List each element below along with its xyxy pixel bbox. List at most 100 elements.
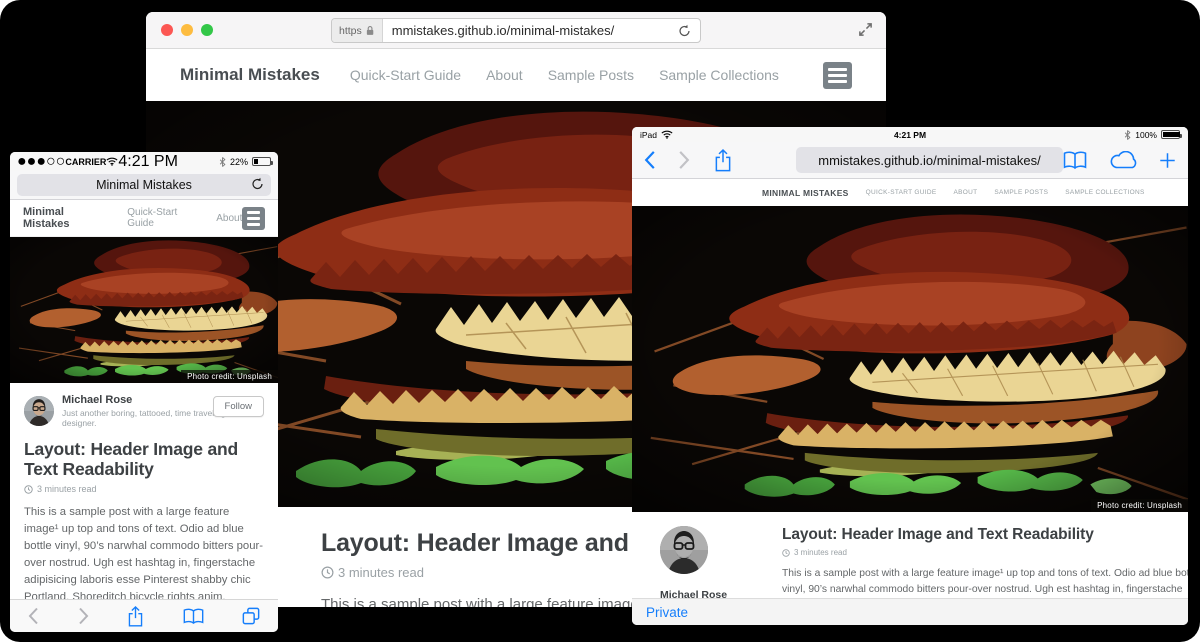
new-tab-button[interactable] [1159,152,1176,169]
menu-toggle-button[interactable] [823,62,852,89]
wifi-icon [106,157,118,166]
site-title-link[interactable]: Minimal Mistakes [23,206,99,230]
https-badge: https [332,19,383,42]
forward-button[interactable] [678,150,690,170]
url-text: mmistakes.github.io/minimal-mistakes/ [818,153,1041,168]
iphone-post-content: Michael Rose Just another boring, tattoo… [10,383,278,632]
cloud-icon [1109,151,1137,170]
author-block: Michael Rose Just another boring, tattoo… [24,394,264,428]
iphone-url-row: Minimal Mistakes [10,171,278,200]
clock-icon [782,549,790,557]
carrier-label: CARRIER [65,157,106,167]
private-browsing-bar: Private [632,598,1188,625]
minimize-window-button[interactable] [181,24,193,36]
expand-arrows-icon [858,22,873,37]
bookmarks-button[interactable] [183,608,204,625]
status-time: 4:21 PM [118,153,178,171]
clock-icon [321,566,334,579]
zoom-window-button[interactable] [201,24,213,36]
nav-link-quick-start-guide[interactable]: Quick-Start Guide [127,207,194,229]
https-label: https [339,25,362,37]
reload-icon [678,24,691,38]
iphone-bottom-toolbar [10,599,278,632]
nav-link-about[interactable]: About [954,189,978,196]
share-icon [127,606,144,627]
tabs-icon [242,607,260,625]
ipad-browser-toolbar: mmistakes.github.io/minimal-mistakes/ [632,142,1188,179]
feature-image: Photo credit: Unsplash [632,206,1188,512]
ipad-address-bar[interactable]: mmistakes.github.io/minimal-mistakes/ [796,147,1063,173]
battery-icon [252,157,271,166]
fullscreen-button[interactable] [858,22,873,37]
status-time: 4:21 PM [632,130,1188,140]
post-meta: 3 minutes read [782,548,1188,557]
author-avatar [660,526,708,574]
iphone-reload-button[interactable] [251,177,264,191]
author-avatar [24,396,54,426]
clock-icon [24,485,33,494]
back-button[interactable] [28,607,39,625]
iphone-screen: ●●●○○ CARRIER 4:21 PM 22% Minimal Mistak… [10,152,278,632]
iphone-page-title: Minimal Mistakes [96,178,192,192]
avatar-photo [660,526,708,574]
photo-credit-label: Photo credit: Unsplash [181,370,278,383]
desktop-masthead-nav: Minimal Mistakes Quick-Start Guide About… [146,49,886,101]
post-title: Layout: Header Image and Text Readabilit… [782,526,1188,544]
reload-button[interactable] [669,24,700,38]
site-title-link[interactable]: Minimal Mistakes [762,188,849,198]
nav-link-sample-collections[interactable]: Sample Collections [1065,189,1144,196]
chevron-right-icon [678,150,690,170]
ipad-status-bar: iPad 4:21 PM 100% [632,127,1188,142]
follow-button[interactable]: Follow [213,396,264,417]
bluetooth-icon [219,157,226,167]
nav-link-quick-start-guide[interactable]: Quick-Start Guide [866,189,937,196]
nav-link-about[interactable]: About [216,213,242,224]
back-button[interactable] [644,150,656,170]
leaves-photo [10,237,278,383]
nav-link-sample-posts[interactable]: Sample Posts [548,67,634,83]
nav-link-about[interactable]: About [486,67,523,83]
share-icon [714,149,732,172]
battery-percent: 22% [230,157,248,167]
share-button[interactable] [714,149,732,172]
chevron-left-icon [644,150,656,170]
chevron-right-icon [78,607,89,625]
reload-icon [251,177,264,191]
icloud-tabs-button[interactable] [1109,151,1137,170]
battery-icon [1161,130,1180,139]
bookmarks-button[interactable] [1063,151,1087,170]
device-mockup-composite: https mmistakes.github.io/minimal-mistak… [0,0,1200,642]
nav-link-sample-collections[interactable]: Sample Collections [659,67,779,83]
nav-link-quick-start-guide[interactable]: Quick-Start Guide [350,67,461,83]
avatar-photo [24,396,54,426]
iphone-status-bar: ●●●○○ CARRIER 4:21 PM 22% [10,152,278,171]
menu-toggle-button[interactable] [242,207,265,230]
read-time: 3 minutes read [338,565,424,580]
address-bar[interactable]: https mmistakes.github.io/minimal-mistak… [331,18,701,43]
chevron-left-icon [28,607,39,625]
ipad-masthead-nav: Minimal Mistakes Quick-Start Guide About… [632,179,1188,206]
share-button[interactable] [127,606,144,627]
plus-icon [1159,152,1176,169]
close-window-button[interactable] [161,24,173,36]
nav-link-sample-posts[interactable]: Sample Posts [994,189,1048,196]
lock-icon [365,25,375,36]
post-title: Layout: Header Image and Text Readabilit… [24,439,264,479]
post-meta: 3 minutes read [24,484,264,494]
site-title-link[interactable]: Minimal Mistakes [180,65,320,85]
read-time: 3 minutes read [794,548,847,557]
leaves-photo [632,206,1188,512]
photo-credit-label: Photo credit: Unsplash [1091,499,1188,512]
signal-dots-icon: ●●●○○ [17,153,65,171]
forward-button[interactable] [78,607,89,625]
book-icon [1063,151,1087,170]
tabs-button[interactable] [242,607,260,625]
private-label[interactable]: Private [646,605,688,620]
url-text: mmistakes.github.io/minimal-mistakes/ [383,23,669,38]
iphone-address-bar[interactable]: Minimal Mistakes [17,174,271,196]
desktop-browser-chrome: https mmistakes.github.io/minimal-mistak… [146,12,886,49]
feature-image: Photo credit: Unsplash [10,237,278,383]
read-time: 3 minutes read [37,484,97,494]
ipad-screen: iPad 4:21 PM 100% [632,127,1188,625]
window-controls [161,24,213,36]
